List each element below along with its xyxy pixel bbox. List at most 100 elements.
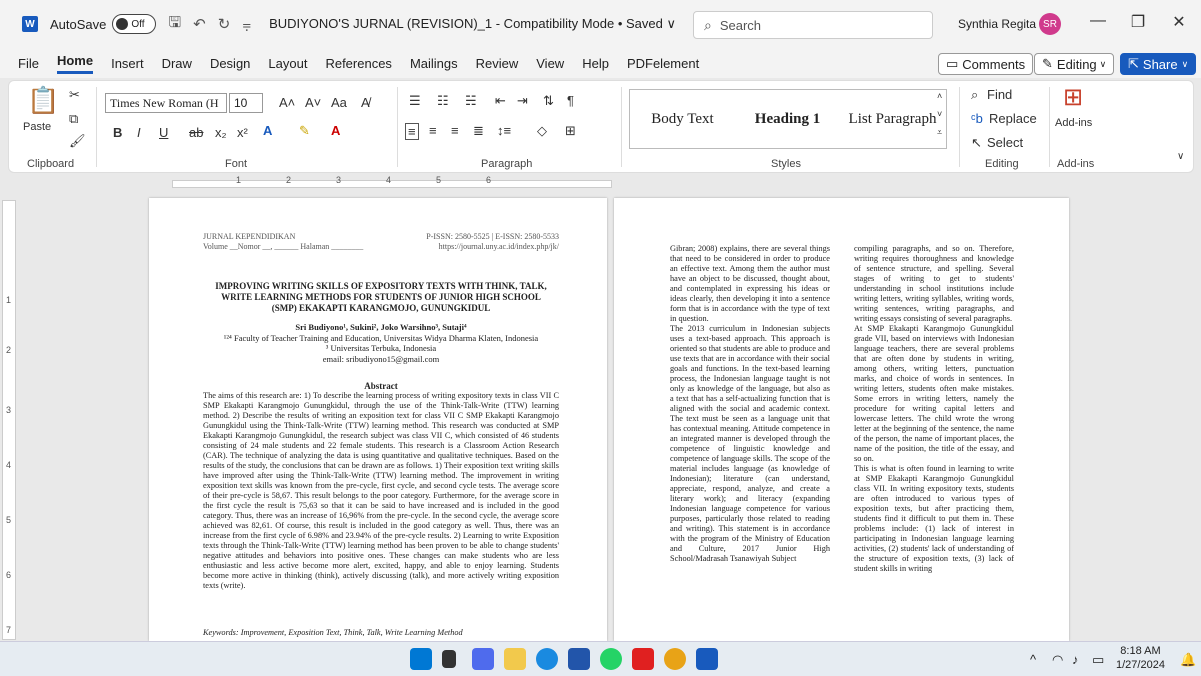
- share-button[interactable]: ⇱ Share ∨: [1120, 53, 1197, 75]
- underline-icon[interactable]: U: [159, 125, 168, 140]
- collapse-ribbon-icon[interactable]: ∨: [1177, 151, 1184, 162]
- select-label[interactable]: Select: [987, 135, 1023, 150]
- shading-icon[interactable]: ◇: [537, 123, 547, 139]
- strikethrough-icon[interactable]: ab: [189, 125, 203, 140]
- font-color-icon[interactable]: A: [331, 123, 340, 138]
- replace-icon[interactable]: ᶜb: [971, 111, 983, 126]
- clear-formatting-icon[interactable]: A̸: [361, 95, 370, 110]
- volume-icon[interactable]: ♪: [1072, 652, 1079, 667]
- comments-button[interactable]: ▭ Comments: [938, 53, 1034, 75]
- tab-file[interactable]: File: [18, 56, 39, 71]
- borders-icon[interactable]: ⊞: [565, 123, 576, 139]
- tab-design[interactable]: Design: [210, 56, 250, 71]
- sort-icon[interactable]: ⇅: [543, 93, 554, 109]
- format-painter-icon[interactable]: 🖌: [69, 133, 86, 149]
- youtube-icon[interactable]: [632, 648, 654, 670]
- search-input[interactable]: ⌕ Search: [693, 11, 933, 39]
- copy-icon[interactable]: ⧉: [69, 111, 78, 127]
- tab-mailings[interactable]: Mailings: [410, 56, 458, 71]
- tab-review[interactable]: Review: [476, 56, 519, 71]
- tab-view[interactable]: View: [536, 56, 564, 71]
- styles-more-icon[interactable]: ⩡: [937, 127, 942, 138]
- find-label[interactable]: Find: [987, 87, 1012, 102]
- increase-indent-icon[interactable]: ⇥: [517, 93, 528, 109]
- document-title[interactable]: BUDIYONO'S JURNAL (REVISION)_1 - Compati…: [269, 16, 676, 32]
- tab-home[interactable]: Home: [56, 53, 94, 74]
- tab-help[interactable]: Help: [582, 56, 609, 71]
- style-heading-1[interactable]: Heading 1: [735, 111, 840, 128]
- chrome-icon[interactable]: [664, 648, 686, 670]
- find-icon[interactable]: ⌕: [971, 87, 978, 103]
- clock[interactable]: 8:18 AM 1/27/2024: [1116, 644, 1165, 672]
- superscript-icon[interactable]: x²: [237, 125, 248, 140]
- paste-icon[interactable]: 📋: [27, 85, 59, 116]
- decrease-indent-icon[interactable]: ⇤: [495, 93, 506, 109]
- change-case-icon[interactable]: Aa: [331, 95, 347, 110]
- file-explorer-icon[interactable]: [504, 648, 526, 670]
- text-column-2[interactable]: compiling paragraphs, and so on. Therefo…: [854, 244, 1014, 574]
- line-spacing-icon[interactable]: ↕≡: [497, 123, 511, 138]
- edge-icon[interactable]: [536, 648, 558, 670]
- avatar[interactable]: SR: [1039, 13, 1061, 35]
- restore-icon[interactable]: ❐: [1123, 12, 1153, 32]
- word-taskbar-icon[interactable]: [696, 648, 718, 670]
- paste-label[interactable]: Paste: [23, 121, 51, 133]
- user-name[interactable]: Synthia Regita: [958, 17, 1036, 31]
- notification-bell-icon[interactable]: 🔔: [1180, 652, 1196, 668]
- show-hidden-icons-icon[interactable]: ^: [1030, 652, 1036, 667]
- tab-insert[interactable]: Insert: [111, 56, 144, 71]
- wifi-icon[interactable]: ◠: [1052, 652, 1063, 668]
- bullets-icon[interactable]: ☰: [409, 93, 421, 109]
- start-icon[interactable]: [410, 648, 432, 670]
- grow-font-icon[interactable]: A˄: [279, 95, 295, 110]
- undo-icon[interactable]: ↶: [193, 15, 206, 33]
- add-ins-label[interactable]: Add-ins: [1055, 117, 1092, 129]
- editing-mode-button[interactable]: ✎ Editing ∨: [1034, 53, 1115, 75]
- font-name-select[interactable]: Times New Roman (H: [105, 93, 227, 113]
- styles-scroll-down-icon[interactable]: ˅: [937, 109, 942, 119]
- replace-label[interactable]: Replace: [989, 111, 1037, 126]
- save-icon[interactable]: 🖫: [168, 12, 181, 37]
- store-icon[interactable]: [568, 648, 590, 670]
- font-size-select[interactable]: 10: [229, 93, 263, 113]
- text-effects-icon[interactable]: A: [263, 123, 272, 138]
- cut-icon[interactable]: ✂: [69, 87, 80, 103]
- highlight-icon[interactable]: ✎: [299, 123, 310, 139]
- italic-icon[interactable]: I: [137, 125, 141, 140]
- tab-draw[interactable]: Draw: [162, 56, 192, 71]
- teams-icon[interactable]: [472, 648, 494, 670]
- select-icon[interactable]: ↖: [971, 135, 982, 151]
- subscript-icon[interactable]: x₂: [215, 125, 227, 140]
- bold-icon[interactable]: B: [113, 125, 122, 140]
- tab-layout[interactable]: Layout: [268, 56, 307, 71]
- add-ins-icon[interactable]: ⊞: [1063, 83, 1083, 112]
- battery-icon[interactable]: ▭: [1092, 652, 1104, 668]
- align-center-icon[interactable]: ≡: [429, 123, 437, 138]
- text-column-1[interactable]: Gibran; 2008) explains, there are severa…: [670, 244, 830, 564]
- tab-pdfelement[interactable]: PDFelement: [627, 56, 699, 71]
- customize-toolbar-icon[interactable]: ⩦: [242, 16, 251, 33]
- keywords[interactable]: Keywords: Improvement, Exposition Text, …: [203, 628, 559, 637]
- document-page-1[interactable]: JURNAL KEPENDIDIKAN Volume __Nomor __, _…: [149, 198, 607, 641]
- abstract-body[interactable]: The aims of this research are: 1) To des…: [203, 391, 559, 591]
- tab-references[interactable]: References: [325, 56, 391, 71]
- align-left-icon[interactable]: ≡: [405, 123, 419, 140]
- search-taskbar-icon[interactable]: [442, 650, 456, 668]
- minimize-icon[interactable]: —: [1083, 12, 1113, 30]
- shrink-font-icon[interactable]: A˅: [305, 95, 321, 110]
- redo-icon[interactable]: ↻: [218, 15, 231, 33]
- document-page-2[interactable]: Gibran; 2008) explains, there are severa…: [614, 198, 1069, 641]
- justify-icon[interactable]: ≣: [473, 123, 484, 139]
- autosave-toggle[interactable]: Off: [112, 14, 157, 34]
- pilcrow-icon[interactable]: ¶: [567, 93, 574, 108]
- whatsapp-icon[interactable]: [600, 648, 622, 670]
- styles-scroll-up-icon[interactable]: ˄: [937, 91, 942, 101]
- style-list-paragraph[interactable]: List Paragraph: [840, 111, 945, 128]
- multilevel-list-icon[interactable]: ☵: [465, 93, 477, 109]
- email[interactable]: email: sribudiyono15@gmail.com: [203, 354, 559, 365]
- horizontal-ruler[interactable]: [0, 173, 1201, 195]
- close-icon[interactable]: ✕: [1164, 12, 1194, 32]
- numbering-icon[interactable]: ☷: [437, 93, 449, 109]
- align-right-icon[interactable]: ≡: [451, 123, 459, 138]
- style-body-text[interactable]: Body Text: [630, 111, 735, 128]
